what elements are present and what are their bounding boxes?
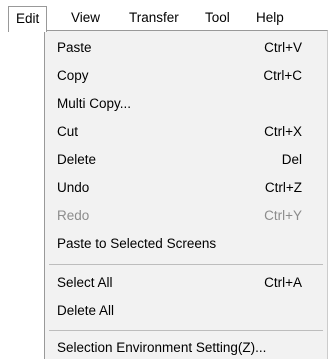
- menu-item-paste[interactable]: Paste Ctrl+V: [45, 34, 327, 62]
- menu-item-shortcut: Ctrl+X: [264, 124, 302, 139]
- menu-item-label: Multi Copy...: [57, 96, 132, 111]
- menu-tool[interactable]: Tool: [205, 6, 230, 30]
- menu-item-shortcut: Ctrl+Z: [264, 180, 302, 195]
- menu-item-shortcut: Del: [281, 152, 302, 167]
- menu-item-undo[interactable]: Undo Ctrl+Z: [45, 174, 327, 202]
- menu-transfer[interactable]: Transfer: [129, 6, 179, 30]
- menu-item-shortcut: Ctrl+Y: [264, 208, 302, 223]
- menu-item-label: Cut: [57, 124, 79, 139]
- menu-help[interactable]: Help: [256, 6, 284, 30]
- menu-separator: [49, 264, 323, 265]
- menu-item-label: Undo: [57, 180, 90, 195]
- menu-item-redo: Redo Ctrl+Y: [45, 202, 327, 230]
- menu-item-label: Redo: [57, 208, 90, 223]
- menu-item-label: Paste: [57, 40, 92, 55]
- menu-item-cut[interactable]: Cut Ctrl+X: [45, 118, 327, 146]
- menu-bar: Edit View Transfer Tool Help: [0, 0, 328, 32]
- menu-item-delete-all[interactable]: Delete All: [45, 297, 327, 325]
- menu-separator: [49, 330, 323, 331]
- menu-item-label: Select All: [57, 275, 113, 290]
- menu-item-copy[interactable]: Copy Ctrl+C: [45, 62, 327, 90]
- menu-item-label: Delete: [57, 152, 97, 167]
- menu-item-shortcut: Ctrl+A: [264, 275, 302, 290]
- menu-item-select-all[interactable]: Select All Ctrl+A: [45, 269, 327, 297]
- menu-view[interactable]: View: [71, 6, 100, 30]
- menu-item-selection-environment-setting[interactable]: Selection Environment Setting(Z)...: [45, 334, 327, 359]
- menu-edit[interactable]: Edit: [8, 6, 48, 32]
- menu-item-label: Paste to Selected Screens: [57, 236, 217, 251]
- menu-item-label: Delete All: [57, 303, 115, 318]
- menu-item-shortcut: Ctrl+C: [263, 68, 302, 83]
- menu-item-shortcut: Ctrl+V: [264, 40, 302, 55]
- menu-item-label: Selection Environment Setting(Z)...: [57, 340, 267, 355]
- edit-dropdown-menu: Paste Ctrl+V Copy Ctrl+C Multi Copy... C…: [44, 30, 328, 359]
- menu-item-multi-copy[interactable]: Multi Copy...: [45, 90, 327, 118]
- menu-item-label: Copy: [57, 68, 89, 83]
- menu-item-paste-to-selected-screens[interactable]: Paste to Selected Screens: [45, 230, 327, 258]
- menu-item-delete[interactable]: Delete Del: [45, 146, 327, 174]
